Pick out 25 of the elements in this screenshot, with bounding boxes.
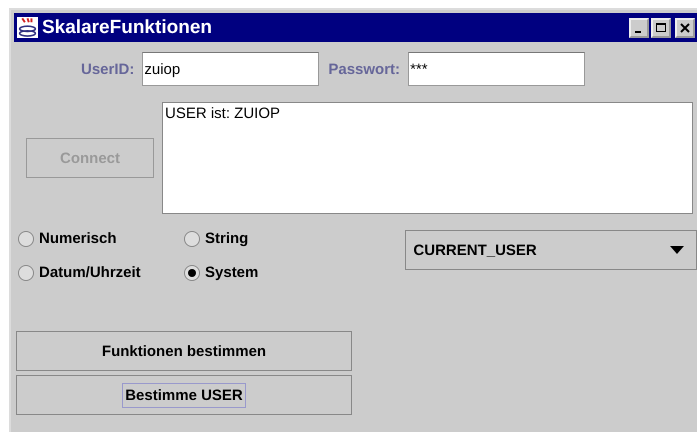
maximize-button[interactable] (651, 18, 671, 38)
maximize-icon (656, 22, 666, 32)
radio-button[interactable] (184, 230, 200, 246)
action-button[interactable]: Bestimme USER (16, 375, 352, 415)
close-button[interactable] (675, 18, 695, 38)
function-dropdown[interactable]: CURRENT_USER (405, 230, 697, 270)
window-title: SkalareFunktionen (42, 16, 213, 38)
radio-button[interactable] (184, 264, 200, 280)
caret-icon (670, 246, 684, 254)
radio-label: String (205, 230, 248, 247)
radio-label: Numerisch (39, 230, 117, 247)
radio-button[interactable] (18, 264, 34, 280)
radio-label: System (205, 264, 258, 281)
radio-label: Datum/Uhrzeit (39, 264, 141, 281)
cup-icon (17, 17, 38, 38)
password-label: Passwort: (328, 60, 400, 78)
output-area[interactable]: USER ist: ZUIOP (162, 102, 693, 214)
userid-label: UserID: (81, 60, 134, 78)
action-button[interactable]: Funktionen bestimmen (16, 331, 352, 371)
minimize-icon (635, 30, 641, 32)
password-field[interactable]: *** (408, 52, 586, 86)
minimize-button[interactable] (629, 18, 649, 38)
radio-button[interactable] (18, 230, 34, 246)
userid-field[interactable]: zuiop (142, 52, 320, 86)
close-icon (680, 22, 690, 32)
